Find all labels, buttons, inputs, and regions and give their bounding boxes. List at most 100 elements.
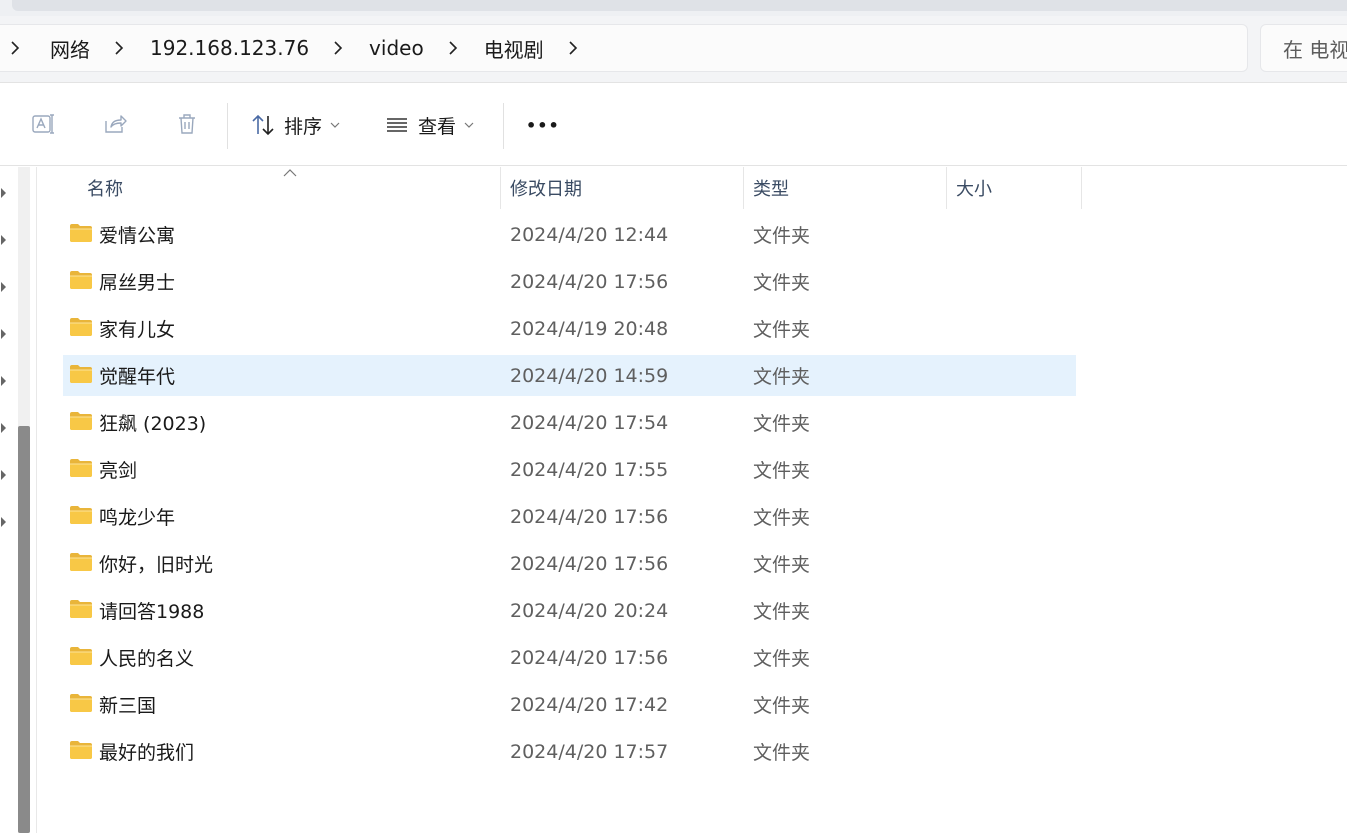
view-button[interactable]: 查看 <box>382 107 474 143</box>
expand-chevron-icon[interactable] <box>0 372 8 386</box>
expand-chevron-icon[interactable] <box>0 466 8 480</box>
file-type: 文件夹 <box>753 225 811 247</box>
file-list: 名称 修改日期 类型 大小 爱情公寓 2024/4/20 12:44 文件夹 屌… <box>37 167 1347 833</box>
sort-icon <box>248 110 278 140</box>
toolbar-divider <box>503 103 504 149</box>
folder-icon <box>70 318 92 336</box>
file-type: 文件夹 <box>753 507 811 529</box>
file-type: 文件夹 <box>753 460 811 482</box>
file-type: 文件夹 <box>753 601 811 623</box>
file-modified-date: 2024/4/20 17:56 <box>510 552 669 575</box>
folder-icon <box>70 459 92 477</box>
folder-icon <box>70 506 92 524</box>
file-row[interactable]: 家有儿女 2024/4/19 20:48 文件夹 <box>63 308 1076 349</box>
file-modified-date: 2024/4/20 12:44 <box>510 223 669 246</box>
file-row[interactable]: 爱情公寓 2024/4/20 12:44 文件夹 <box>63 214 1076 255</box>
trash-icon[interactable] <box>170 107 204 141</box>
folder-icon <box>70 741 92 759</box>
share-icon[interactable] <box>98 107 132 141</box>
file-row[interactable]: 最好的我们 2024/4/20 17:57 文件夹 <box>63 731 1076 772</box>
breadcrumb-chevron-icon[interactable] <box>104 24 134 72</box>
file-modified-date: 2024/4/20 14:59 <box>510 364 669 387</box>
file-modified-date: 2024/4/20 17:55 <box>510 458 669 481</box>
chevron-down-icon <box>330 121 340 129</box>
toolbar-divider <box>227 103 228 149</box>
file-explorer-window: 网络 192.168.123.76 video 电视剧 在 电视 排序 查看 •… <box>0 0 1347 833</box>
file-type: 文件夹 <box>753 413 811 435</box>
file-type: 文件夹 <box>753 366 811 388</box>
column-header-row: 名称 修改日期 类型 大小 <box>37 167 1347 209</box>
column-divider[interactable] <box>1081 167 1082 209</box>
address-bar[interactable]: 网络 192.168.123.76 video 电视剧 <box>0 24 1248 72</box>
file-row[interactable]: 觉醒年代 2024/4/20 14:59 文件夹 <box>63 355 1076 396</box>
file-row[interactable]: 请回答1988 2024/4/20 20:24 文件夹 <box>63 590 1076 631</box>
breadcrumb-item-video[interactable]: video <box>353 24 438 72</box>
expand-chevron-icon[interactable] <box>0 325 8 339</box>
file-name: 亮剑 <box>99 460 138 482</box>
breadcrumb-chevron-icon[interactable] <box>438 24 468 72</box>
file-name: 屌丝男士 <box>99 272 176 294</box>
folder-icon <box>70 224 92 242</box>
sort-button[interactable]: 排序 <box>248 107 340 143</box>
folder-icon <box>70 694 92 712</box>
file-name: 家有儿女 <box>99 319 176 341</box>
file-modified-date: 2024/4/20 17:56 <box>510 270 669 293</box>
rename-icon[interactable] <box>26 107 60 141</box>
expand-chevron-icon[interactable] <box>0 184 8 198</box>
file-row[interactable]: 新三国 2024/4/20 17:42 文件夹 <box>63 684 1076 725</box>
file-name: 觉醒年代 <box>99 366 176 388</box>
expand-chevron-icon[interactable] <box>0 513 8 527</box>
tab-edge <box>12 0 1347 11</box>
file-name: 鸣龙少年 <box>99 507 176 529</box>
folder-icon <box>70 553 92 571</box>
file-modified-date: 2024/4/20 17:56 <box>510 646 669 669</box>
file-modified-date: 2024/4/20 17:56 <box>510 505 669 528</box>
file-modified-date: 2024/4/20 17:57 <box>510 740 669 763</box>
column-header-type[interactable]: 类型 <box>743 167 946 209</box>
file-name: 新三国 <box>99 695 157 717</box>
file-type: 文件夹 <box>753 742 811 764</box>
file-row[interactable]: 鸣龙少年 2024/4/20 17:56 文件夹 <box>63 496 1076 537</box>
column-header-name[interactable]: 名称 <box>77 167 500 209</box>
address-row: 网络 192.168.123.76 video 电视剧 在 电视 <box>0 16 1347 82</box>
view-list-icon <box>382 110 412 140</box>
folder-icon <box>70 271 92 289</box>
breadcrumb-item-host[interactable]: 192.168.123.76 <box>134 24 323 72</box>
expand-chevron-icon[interactable] <box>0 278 8 292</box>
column-header-size[interactable]: 大小 <box>946 167 1081 209</box>
nav-scrollbar-thumb[interactable] <box>18 426 30 833</box>
command-bar: 排序 查看 ••• <box>0 82 1347 166</box>
view-label: 查看 <box>418 115 457 138</box>
file-name: 最好的我们 <box>99 742 195 764</box>
breadcrumb-chevron-icon[interactable] <box>323 24 353 72</box>
file-row[interactable]: 你好，旧时光 2024/4/20 17:56 文件夹 <box>63 543 1076 584</box>
breadcrumb-item-tv-series[interactable]: 电视剧 <box>468 24 558 72</box>
file-modified-date: 2024/4/20 17:54 <box>510 411 669 434</box>
breadcrumb-item-network[interactable]: 网络 <box>30 24 104 72</box>
file-modified-date: 2024/4/20 20:24 <box>510 599 669 622</box>
file-type: 文件夹 <box>753 272 811 294</box>
folder-icon <box>70 600 92 618</box>
file-row[interactable]: 人民的名义 2024/4/20 17:56 文件夹 <box>63 637 1076 678</box>
file-modified-date: 2024/4/20 17:42 <box>510 693 669 716</box>
file-name: 请回答1988 <box>99 601 205 623</box>
more-options-button[interactable]: ••• <box>526 107 560 143</box>
expand-chevron-icon[interactable] <box>0 231 8 245</box>
folder-icon <box>70 365 92 383</box>
chevron-down-icon <box>464 121 474 129</box>
column-header-modified[interactable]: 修改日期 <box>500 167 743 209</box>
breadcrumb-chevron-icon[interactable] <box>558 24 588 72</box>
breadcrumb-root-chevron-icon[interactable] <box>0 24 30 72</box>
file-row[interactable]: 狂飙 (2023) 2024/4/20 17:54 文件夹 <box>63 402 1076 443</box>
search-input[interactable]: 在 电视 <box>1260 24 1347 72</box>
folder-icon <box>70 647 92 665</box>
expand-chevron-icon[interactable] <box>0 419 8 433</box>
file-name: 狂飙 (2023) <box>99 413 207 435</box>
file-modified-date: 2024/4/19 20:48 <box>510 317 669 340</box>
file-row[interactable]: 屌丝男士 2024/4/20 17:56 文件夹 <box>63 261 1076 302</box>
tab-strip <box>0 0 1347 16</box>
file-name: 爱情公寓 <box>99 225 176 247</box>
file-row[interactable]: 亮剑 2024/4/20 17:55 文件夹 <box>63 449 1076 490</box>
file-name: 你好，旧时光 <box>99 554 214 576</box>
file-type: 文件夹 <box>753 554 811 576</box>
